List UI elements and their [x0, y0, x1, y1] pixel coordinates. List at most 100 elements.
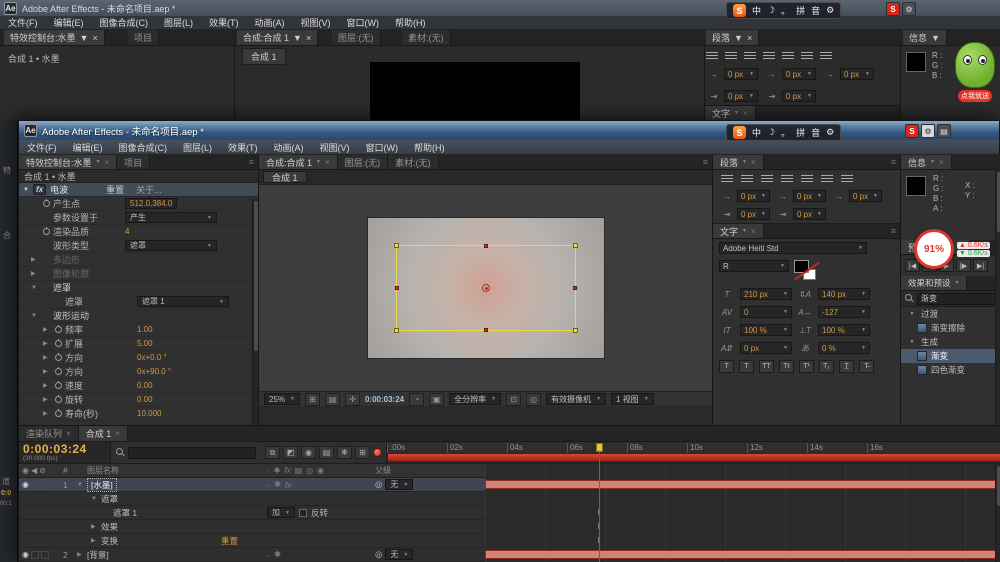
- zoom-dropdown[interactable]: 25%: [264, 393, 300, 405]
- bg-tab-character[interactable]: 文字▼×: [705, 106, 756, 120]
- menu-item[interactable]: 视图(V): [293, 16, 339, 29]
- fill-stroke-swatch[interactable]: [794, 260, 818, 282]
- type-style-button[interactable]: T̶: [859, 360, 874, 373]
- scrollbar-thumb[interactable]: [254, 201, 258, 351]
- panel-menu-icon[interactable]: ≡: [887, 155, 900, 169]
- scrollbar[interactable]: [995, 170, 1000, 425]
- type-style-button[interactable]: TT: [759, 360, 774, 373]
- twirl-icon[interactable]: ▶: [43, 382, 52, 389]
- justify-last-right-icon[interactable]: [801, 52, 813, 61]
- handle-top-left[interactable]: [394, 243, 399, 248]
- layer-switches[interactable]: -✱: [267, 549, 375, 560]
- stopwatch-icon[interactable]: [55, 396, 62, 403]
- tab-layer-viewer[interactable]: 图层:(无): [338, 155, 389, 169]
- ime-punct[interactable]: 。: [781, 4, 790, 17]
- bg-tab-project[interactable]: 项目: [128, 30, 159, 45]
- tab-render-queue[interactable]: 渲染队列×: [19, 426, 79, 441]
- twirl-open-icon[interactable]: ▼: [91, 496, 101, 502]
- property-value[interactable]: 0x+90.0 °: [137, 367, 171, 376]
- mask-invert-checkbox[interactable]: [299, 509, 307, 517]
- margin-value[interactable]: 0 px: [793, 208, 826, 220]
- layer-name[interactable]: [水墨]: [87, 478, 117, 492]
- live-update-icon[interactable]: [373, 448, 382, 457]
- margin-value[interactable]: 0 px: [782, 90, 816, 102]
- menu-item[interactable]: 编辑(E): [65, 141, 111, 154]
- ime-moon-icon[interactable]: ☽: [767, 127, 775, 138]
- bg-tab-footage[interactable]: 素材:(无): [402, 30, 451, 45]
- ime-mode[interactable]: 中: [752, 4, 761, 17]
- close-icon[interactable]: ×: [325, 158, 330, 167]
- close-icon[interactable]: ×: [66, 429, 71, 438]
- twirl-icon[interactable]: ▶: [43, 326, 52, 333]
- type-style-button[interactable]: T¹: [799, 360, 814, 373]
- preset-item[interactable]: 过渡: [901, 307, 1000, 321]
- property-value[interactable]: 512.0,384.0: [125, 198, 177, 209]
- handle-left[interactable]: [395, 286, 399, 290]
- layer-row-2[interactable]: ◉ 2 ▶ [背景] -✱ ◎无: [19, 548, 485, 562]
- effect-property-row[interactable]: ▶ 寿命(秒) 10.000: [19, 407, 258, 421]
- margin-value[interactable]: 0 px: [724, 68, 758, 80]
- layer-switches[interactable]: -✱fx: [267, 479, 375, 490]
- stopwatch-icon[interactable]: [55, 368, 62, 375]
- justify-last-left-icon[interactable]: [763, 52, 775, 61]
- sogou-logo-icon[interactable]: S: [733, 4, 746, 17]
- property-value[interactable]: 1.00: [137, 325, 153, 334]
- current-time-indicator-line[interactable]: [599, 443, 600, 562]
- stopwatch-icon[interactable]: [55, 410, 62, 417]
- panel-menu-icon[interactable]: ≡: [699, 155, 712, 169]
- property-value[interactable]: 0.00: [137, 381, 153, 390]
- tab-info[interactable]: 信息▼×: [901, 155, 952, 169]
- ime-tool-icon[interactable]: ⚙: [826, 5, 834, 16]
- twirl-icon[interactable]: ▶: [31, 256, 40, 263]
- menu-item[interactable]: 窗口(W): [339, 16, 388, 29]
- effect-property-row[interactable]: 渲染品质 4: [19, 225, 258, 239]
- audio-toggle[interactable]: [31, 481, 39, 489]
- snapshot-icon[interactable]: ◔: [409, 393, 424, 406]
- layer-row-1[interactable]: ◉ 1 ▼ [水墨] -✱fx ◎无: [19, 478, 485, 492]
- parent-dropdown[interactable]: 无: [385, 479, 413, 490]
- font-family-dropdown[interactable]: Adobe Heiti Std: [719, 242, 867, 254]
- effect-property-row[interactable]: ▶ 扩展 5.00: [19, 337, 258, 351]
- align-center-icon[interactable]: [741, 175, 753, 184]
- effect-property-row[interactable]: ▼ 波形运动: [19, 309, 258, 323]
- type-style-button[interactable]: T: [719, 360, 734, 373]
- camera-dropdown[interactable]: 有效摄像机: [546, 393, 606, 405]
- mask-1-row[interactable]: 遮罩 1 加 反转: [19, 506, 485, 520]
- type-style-button[interactable]: T̲: [839, 360, 854, 373]
- parent-column-label[interactable]: 父级: [375, 465, 485, 476]
- effect-property-row[interactable]: ▶ 方向 0x+90.0 °: [19, 365, 258, 379]
- effect-point-icon[interactable]: [482, 284, 490, 292]
- close-icon[interactable]: ×: [751, 227, 756, 236]
- type-style-button[interactable]: T: [739, 360, 754, 373]
- align-left-icon[interactable]: [721, 175, 733, 184]
- twirl-closed-icon[interactable]: ▶: [77, 551, 87, 558]
- layer-1-duration-bar[interactable]: [485, 480, 1000, 489]
- grid-guides-icon[interactable]: ⊞: [305, 393, 320, 406]
- ime-yin[interactable]: 音: [811, 4, 820, 17]
- align-left-icon[interactable]: [706, 52, 718, 61]
- motion-blur-icon[interactable]: ❋: [337, 446, 352, 459]
- tab-paragraph[interactable]: 段落▼×: [713, 155, 764, 169]
- effect-property-row[interactable]: ▼ 遮罩: [19, 281, 258, 295]
- tsume-value[interactable]: 0 %: [818, 342, 870, 354]
- margin-value[interactable]: 0 px: [849, 190, 882, 202]
- bg-tab-layer[interactable]: 图层:(无): [332, 30, 381, 45]
- scrollbar[interactable]: [995, 464, 1000, 562]
- property-value[interactable]: 5.00: [137, 339, 153, 348]
- menu-item[interactable]: 编辑(E): [46, 16, 92, 29]
- margin-value[interactable]: 0 px: [724, 90, 758, 102]
- stopwatch-icon[interactable]: [55, 354, 62, 361]
- tab-project[interactable]: 项目: [117, 155, 150, 169]
- stopwatch-icon[interactable]: [43, 228, 50, 235]
- stopwatch-icon[interactable]: [55, 382, 62, 389]
- effect-property-row[interactable]: ▶ 图像轮廓: [19, 267, 258, 281]
- twirl-icon[interactable]: ▶: [43, 396, 52, 403]
- effect-property-row[interactable]: 波形类型 遮罩: [19, 239, 258, 253]
- effect-property-row[interactable]: 产生点 512.0,384.0: [19, 197, 258, 211]
- handle-bottom-left[interactable]: [394, 328, 399, 333]
- effect-property-row[interactable]: ▶ 旋转 0.00: [19, 393, 258, 407]
- margin-value[interactable]: 0 px: [840, 68, 874, 80]
- menu-item[interactable]: 效果(T): [220, 141, 266, 154]
- handle-right[interactable]: [573, 286, 577, 290]
- tray-misc-icon[interactable]: ▤: [937, 124, 951, 138]
